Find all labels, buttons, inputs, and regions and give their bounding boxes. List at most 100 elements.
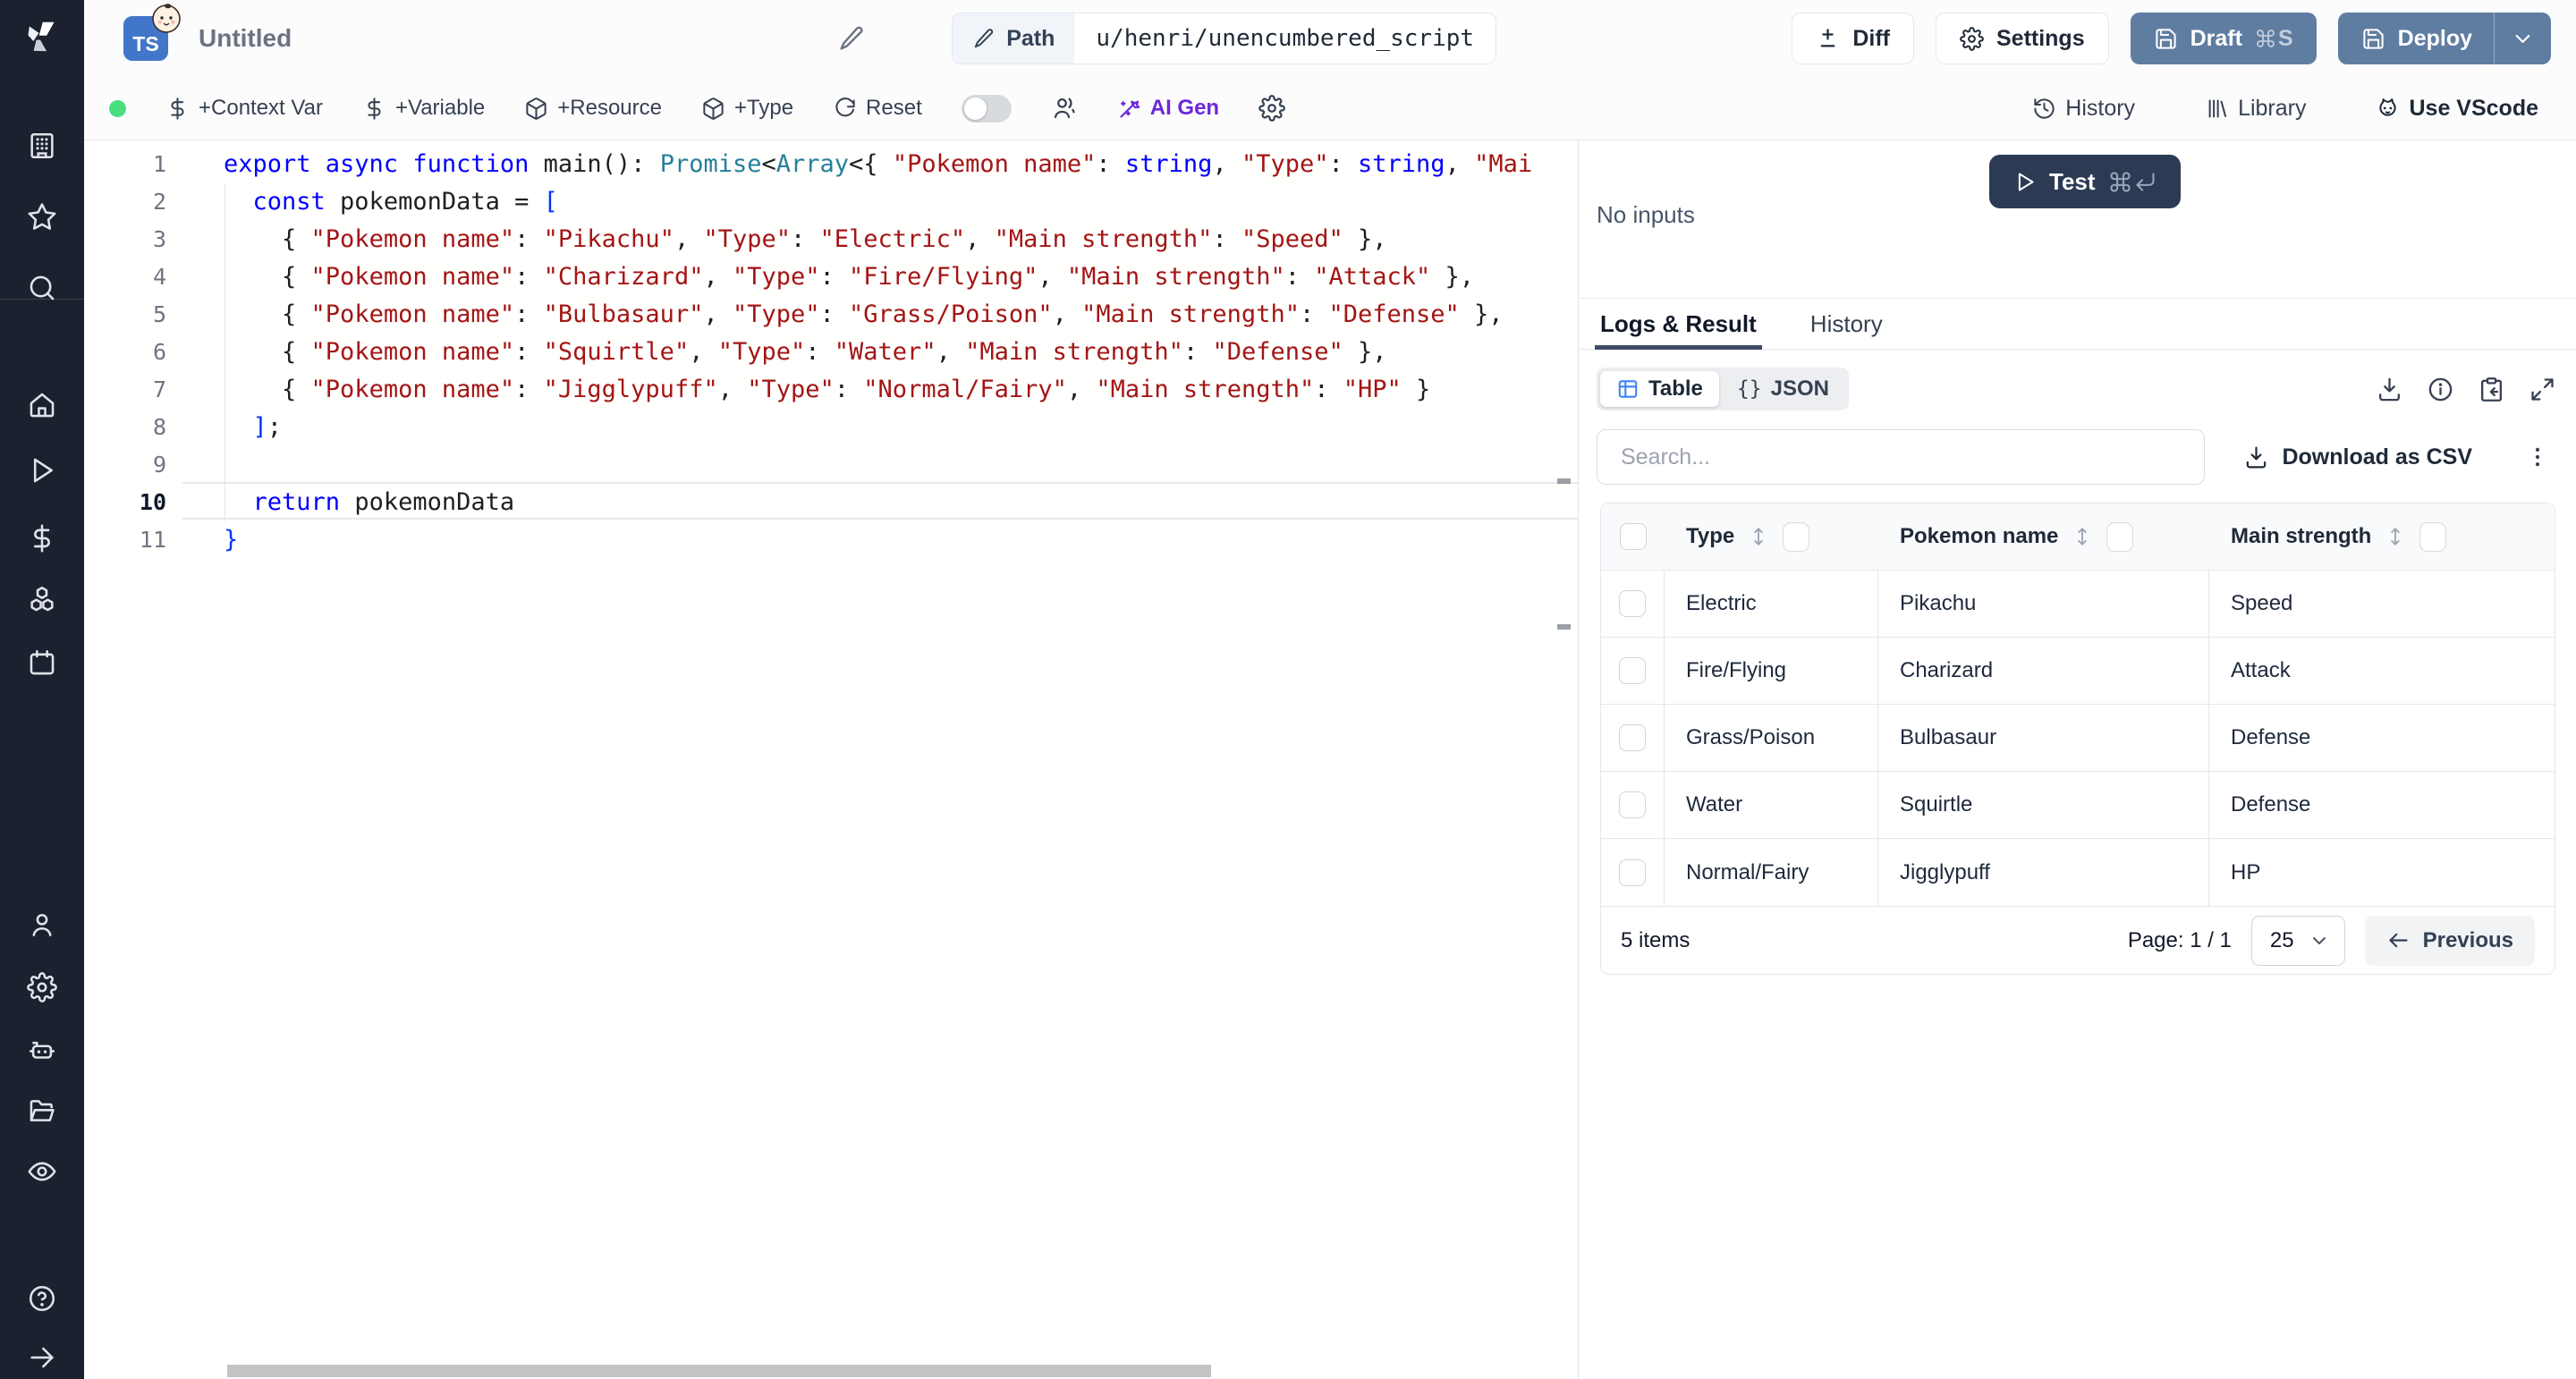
add-context-var-button[interactable]: +Context Var (165, 96, 323, 121)
horizontal-scrollbar[interactable] (227, 1365, 1211, 1377)
left-sidebar (0, 0, 84, 1379)
sort-icon[interactable] (2071, 525, 2094, 548)
download-csv-button[interactable]: Download as CSV (2243, 444, 2472, 470)
gear-icon (1960, 27, 1984, 51)
table-cell: Water (1665, 772, 1878, 838)
line-number: 11 (84, 521, 166, 559)
table-cell: Electric (1665, 571, 1878, 637)
line-number: 7 (84, 371, 166, 409)
expand-icon[interactable] (2529, 376, 2556, 403)
windmill-logo[interactable] (22, 18, 62, 57)
info-icon[interactable] (2427, 376, 2454, 403)
deploy-divider (2494, 13, 2495, 64)
ai-gen-button[interactable]: AI Gen (1117, 96, 1219, 121)
sidebar-item-audit[interactable] (26, 1155, 58, 1188)
page-size-select[interactable]: 25 (2251, 916, 2345, 966)
code-line[interactable]: const pokemonData = [ (224, 183, 1578, 221)
sidebar-item-workers[interactable] (26, 1034, 58, 1066)
view-toggle-table[interactable]: Table (1600, 371, 1719, 407)
copy-to-clipboard-icon[interactable] (2478, 376, 2505, 403)
path-label[interactable]: Path (953, 13, 1074, 63)
settings-button[interactable]: Settings (1936, 13, 2109, 64)
row-checkbox[interactable] (1619, 859, 1646, 886)
line-numbers-gutter: 1234567891011 (84, 146, 182, 559)
table-row[interactable]: Grass/PoisonBulbasaurDefense (1601, 705, 2555, 772)
path-field[interactable]: Path u/henri/unencumbered_script (952, 13, 1496, 64)
sidebar-item-favorites[interactable] (26, 200, 58, 233)
line-number: 4 (84, 258, 166, 296)
result-search-input[interactable] (1597, 429, 2205, 485)
row-checkbox[interactable] (1619, 657, 1646, 684)
view-toggle-json[interactable]: {} JSON (1721, 371, 1845, 407)
sidebar-item-help[interactable] (26, 1282, 58, 1315)
table-row[interactable]: WaterSquirtleDefense (1601, 772, 2555, 839)
code-line[interactable]: export async function main(): Promise<Ar… (224, 146, 1578, 183)
sidebar-item-settings[interactable] (26, 971, 58, 1003)
sidebar-item-collapse[interactable] (26, 1341, 58, 1374)
download-result-icon[interactable] (2376, 376, 2403, 403)
column-pin-toggle[interactable] (2106, 522, 2133, 552)
library-button[interactable]: Library (2205, 96, 2306, 122)
add-type-button[interactable]: +Type (701, 96, 793, 121)
column-pin-toggle[interactable] (1783, 522, 1809, 552)
sidebar-item-resources[interactable] (26, 583, 58, 615)
overview-ruler-mark (1557, 624, 1571, 630)
deploy-button[interactable]: Deploy (2338, 13, 2551, 64)
column-pin-toggle[interactable] (2419, 522, 2446, 552)
previous-page-button[interactable]: Previous (2365, 916, 2535, 966)
select-all-checkbox[interactable] (1620, 523, 1647, 550)
editor-settings-gear-icon[interactable] (1258, 95, 1285, 122)
code-line[interactable] (224, 446, 1578, 484)
tab-history[interactable]: History (1810, 299, 1883, 349)
test-button[interactable]: Test (1989, 155, 2181, 208)
code-content[interactable]: export async function main(): Promise<Ar… (182, 146, 1578, 559)
add-variable-button[interactable]: +Variable (362, 96, 485, 121)
table-cell: Defense (2209, 705, 2555, 771)
code-line[interactable]: return pokemonData (224, 484, 1578, 521)
row-checkbox[interactable] (1619, 791, 1646, 818)
table-row[interactable]: ElectricPikachuSpeed (1601, 571, 2555, 638)
edit-title-pencil-icon[interactable] (837, 24, 866, 53)
history-button[interactable]: History (2032, 96, 2135, 122)
code-line[interactable]: { "Pokemon name": "Pikachu", "Type": "El… (224, 221, 1578, 258)
more-options-kebab-icon[interactable] (2524, 444, 2551, 470)
sidebar-item-home[interactable] (26, 389, 58, 421)
sort-icon[interactable] (2384, 525, 2407, 548)
code-line[interactable]: ]; (224, 409, 1578, 446)
run-panel: Test No inputs Logs & Result History Tab… (1579, 140, 2576, 1379)
sidebar-item-account[interactable] (26, 909, 58, 941)
sidebar-item-schedules[interactable] (26, 647, 58, 679)
use-vscode-button[interactable]: Use VScode (2376, 96, 2538, 122)
tab-logs-and-result[interactable]: Logs & Result (1600, 299, 1757, 349)
baby-emoji-icon (150, 2, 182, 34)
table-row[interactable]: Fire/FlyingCharizardAttack (1601, 638, 2555, 705)
sidebar-item-workspace[interactable] (26, 130, 58, 162)
row-checkbox[interactable] (1619, 590, 1646, 617)
code-line[interactable]: { "Pokemon name": "Bulbasaur", "Type": "… (224, 296, 1578, 334)
reset-button[interactable]: Reset (833, 96, 922, 121)
add-resource-button[interactable]: +Resource (524, 96, 662, 121)
overview-ruler-mark (1557, 478, 1571, 484)
column-header-main-strength: Main strength (2231, 524, 2371, 549)
chevron-down-icon[interactable] (2511, 27, 2535, 51)
save-icon (2154, 27, 2178, 51)
sidebar-item-folders[interactable] (26, 1095, 58, 1127)
code-line[interactable]: { "Pokemon name": "Charizard", "Type": "… (224, 258, 1578, 296)
code-line[interactable]: } (224, 521, 1578, 559)
code-line[interactable]: { "Pokemon name": "Squirtle", "Type": "W… (224, 334, 1578, 371)
draft-button[interactable]: Draft S (2131, 13, 2317, 64)
path-value[interactable]: u/henri/unencumbered_script (1074, 13, 1496, 63)
script-title: Untitled (199, 24, 292, 53)
multiplayer-users-icon[interactable] (1051, 95, 1078, 122)
code-editor[interactable]: 1234567891011 export async function main… (84, 140, 1578, 1379)
sidebar-item-runs[interactable] (26, 454, 58, 486)
table-header-row: Type Pokemon name Main strength (1601, 503, 2555, 571)
table-row[interactable]: Normal/FairyJigglypuffHP (1601, 839, 2555, 906)
diff-button[interactable]: Diff (1792, 13, 1914, 64)
sort-icon[interactable] (1747, 525, 1770, 548)
row-checkbox[interactable] (1619, 724, 1646, 751)
sidebar-item-variables[interactable] (26, 522, 58, 554)
ai-sparkles-wand-icon (1117, 97, 1141, 121)
code-line[interactable]: { "Pokemon name": "Jigglypuff", "Type": … (224, 371, 1578, 409)
multiplayer-toggle[interactable] (962, 95, 1012, 123)
